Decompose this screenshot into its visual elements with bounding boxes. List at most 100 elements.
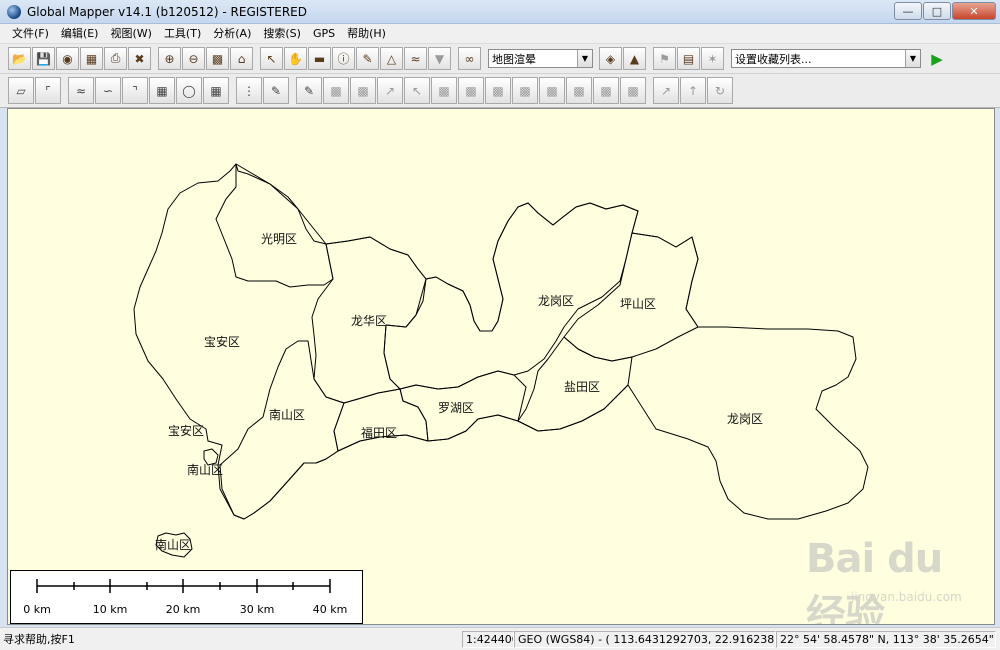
- menu-file[interactable]: 文件(F): [6, 24, 55, 44]
- close-button[interactable]: ✕: [952, 2, 996, 20]
- watermark: Bai du 经验 jingyan.baidu.com: [796, 536, 986, 624]
- menu-tools[interactable]: 工具(T): [158, 24, 207, 44]
- create-line-icon[interactable]: ⌜: [35, 77, 61, 104]
- play-icon[interactable]: ▶: [927, 49, 947, 69]
- workspace-icon[interactable]: ▦: [80, 47, 103, 70]
- disabled-tool-3-icon[interactable]: ↗: [377, 77, 403, 104]
- disabled-tool-5-icon[interactable]: ▩: [431, 77, 457, 104]
- open-folder-icon[interactable]: 📂: [8, 47, 31, 70]
- window-controls: — □ ✕: [893, 2, 996, 20]
- district-label-futian: 福田区: [361, 426, 398, 440]
- globe-icon: [7, 4, 21, 19]
- vertex-points-icon[interactable]: ⋮: [236, 77, 262, 104]
- path-profile-icon[interactable]: ≈: [404, 47, 427, 70]
- disabled-tool-13-icon[interactable]: ↗: [653, 77, 679, 104]
- circle-feature-icon[interactable]: ◯: [176, 77, 202, 104]
- binoculars-icon[interactable]: ∞: [458, 47, 481, 70]
- render-mode-select[interactable]: 地图渲晕 ▼: [488, 49, 593, 68]
- chevron-down-icon: ▼: [905, 50, 920, 67]
- layers-icon[interactable]: ▤: [677, 47, 700, 70]
- digitizer-icon[interactable]: ✎: [356, 47, 379, 70]
- edit-line-icon[interactable]: ≈: [68, 77, 94, 104]
- district-label-longhua: 龙华区: [351, 314, 388, 328]
- disabled-tool-9-icon[interactable]: ▩: [539, 77, 565, 104]
- pointer-tool-icon[interactable]: ↖: [260, 47, 283, 70]
- grid-feature-icon[interactable]: ▦: [203, 77, 229, 104]
- district-label-longgang: 龙岗区: [538, 294, 575, 308]
- disabled-tool-11-icon[interactable]: ▩: [593, 77, 619, 104]
- full-view-icon[interactable]: ▩: [206, 47, 229, 70]
- district-label-baoan: 宝安区: [204, 335, 241, 349]
- smooth-line-icon[interactable]: ∽: [95, 77, 121, 104]
- district-label-nanshan: 南山区: [269, 408, 306, 422]
- main-toolbar: 📂 💾 ◉ ▦ ⎙ ✖ ⊕ ⊖ ▩ ⌂ ↖ ✋ ▬ ⓘ ✎ △ ≈ ▼ ∞ 地图…: [0, 44, 1000, 74]
- shader-icon[interactable]: ◈: [599, 47, 622, 70]
- menu-search[interactable]: 搜索(S): [257, 24, 307, 44]
- scale-label: 20 km: [165, 603, 201, 616]
- favorites-select[interactable]: 设置收藏列表... ▼: [731, 49, 921, 68]
- district-label-pingshan: 坪山区: [620, 297, 657, 311]
- dropdown-arrow-icon[interactable]: ▼: [428, 47, 451, 70]
- render-mode-value: 地图渲晕: [492, 52, 536, 66]
- split-line-icon[interactable]: ⌝: [122, 77, 148, 104]
- watermark-logo: Bai du 经验: [806, 536, 943, 625]
- create-area-icon[interactable]: ▱: [8, 77, 34, 104]
- pan-hand-icon[interactable]: ✋: [284, 47, 307, 70]
- disabled-tool-15-icon[interactable]: ↻: [707, 77, 733, 104]
- disabled-tool-4-icon[interactable]: ↖: [404, 77, 430, 104]
- menu-gps[interactable]: GPS: [307, 24, 341, 44]
- maximize-button[interactable]: □: [923, 2, 951, 20]
- disabled-tool-8-icon[interactable]: ▩: [512, 77, 538, 104]
- scale-label: 30 km: [239, 603, 275, 616]
- status-scale: 1:424400: [462, 630, 514, 648]
- status-bar: 寻求帮助,按F1 1:424400 GEO (WGS84) - ( 113.64…: [0, 627, 1000, 650]
- disabled-tool-2-icon[interactable]: ▩: [350, 77, 376, 104]
- draw-line-icon[interactable]: ✎: [296, 77, 322, 104]
- home-icon[interactable]: ⌂: [230, 47, 253, 70]
- map-view[interactable]: 光明区 宝安区 龙华区 龙岗区 坪山区 盐田区 罗湖区 福田区 南山区 宝安区 …: [7, 108, 995, 625]
- scale-bar: 0 km 10 km 20 km 30 km 40 km: [10, 570, 363, 624]
- district-label-nanshan-island: 南山区: [155, 538, 192, 552]
- disabled-tool-7-icon[interactable]: ▩: [485, 77, 511, 104]
- globe-download-icon[interactable]: ◉: [56, 47, 79, 70]
- menu-analysis[interactable]: 分析(A): [207, 24, 257, 44]
- menu-bar: 文件(F) 编辑(E) 视图(W) 工具(T) 分析(A) 搜索(S) GPS …: [0, 24, 1000, 44]
- district-label-baoan-south: 宝安区: [168, 424, 205, 438]
- district-label-yantian: 盐田区: [564, 380, 601, 394]
- menu-view[interactable]: 视图(W): [104, 24, 157, 44]
- scale-label: 40 km: [312, 603, 348, 616]
- zoom-in-icon[interactable]: ⊕: [158, 47, 181, 70]
- minimize-button[interactable]: —: [894, 2, 922, 20]
- favorites-value: 设置收藏列表...: [735, 52, 812, 66]
- window-title: Global Mapper v14.1 (b120512) - REGISTER…: [27, 4, 307, 19]
- disabled-tool-6-icon[interactable]: ▩: [458, 77, 484, 104]
- pencil-vertex-icon[interactable]: ✎: [263, 77, 289, 104]
- feature-info-icon[interactable]: ⓘ: [332, 47, 355, 70]
- disabled-tool-14-icon[interactable]: ↑: [680, 77, 706, 104]
- scale-label: 0 km: [23, 603, 51, 616]
- disabled-tool-12-icon[interactable]: ▩: [620, 77, 646, 104]
- tower-icon[interactable]: △: [380, 47, 403, 70]
- district-label-nanshan-south: 南山区: [187, 463, 224, 477]
- print-icon[interactable]: ⎙: [104, 47, 127, 70]
- title-bar: Global Mapper v14.1 (b120512) - REGISTER…: [0, 0, 1000, 24]
- config-tools-icon[interactable]: ✖: [128, 47, 151, 70]
- flag-icon[interactable]: ⚑: [653, 47, 676, 70]
- gps-star-icon[interactable]: ✶: [701, 47, 724, 70]
- status-help: 寻求帮助,按F1: [3, 633, 75, 646]
- district-label-longgang-east: 龙岗区: [727, 412, 764, 426]
- status-dms: 22° 54' 58.4578" N, 113° 38' 35.2654" E: [776, 630, 996, 648]
- zoom-out-icon[interactable]: ⊖: [182, 47, 205, 70]
- digitizer-toolbar: ▱ ⌜ ≈ ∽ ⌝ ▦ ◯ ▦ ⋮ ✎ ✎ ▩ ▩ ↗ ↖ ▩ ▩ ▩ ▩ ▩ …: [0, 74, 1000, 108]
- save-icon[interactable]: 💾: [32, 47, 55, 70]
- menu-help[interactable]: 帮助(H): [341, 24, 392, 44]
- coords-line-icon[interactable]: ▦: [149, 77, 175, 104]
- menu-edit[interactable]: 编辑(E): [55, 24, 105, 44]
- disabled-tool-1-icon[interactable]: ▩: [323, 77, 349, 104]
- status-projection: GEO (WGS84) - ( 113.6431292703, 22.91623…: [514, 630, 776, 648]
- 3d-view-icon[interactable]: ▲: [623, 47, 646, 70]
- disabled-tool-10-icon[interactable]: ▩: [566, 77, 592, 104]
- district-label-luohu: 罗湖区: [438, 401, 475, 415]
- measure-ruler-icon[interactable]: ▬: [308, 47, 331, 70]
- chevron-down-icon: ▼: [577, 50, 592, 67]
